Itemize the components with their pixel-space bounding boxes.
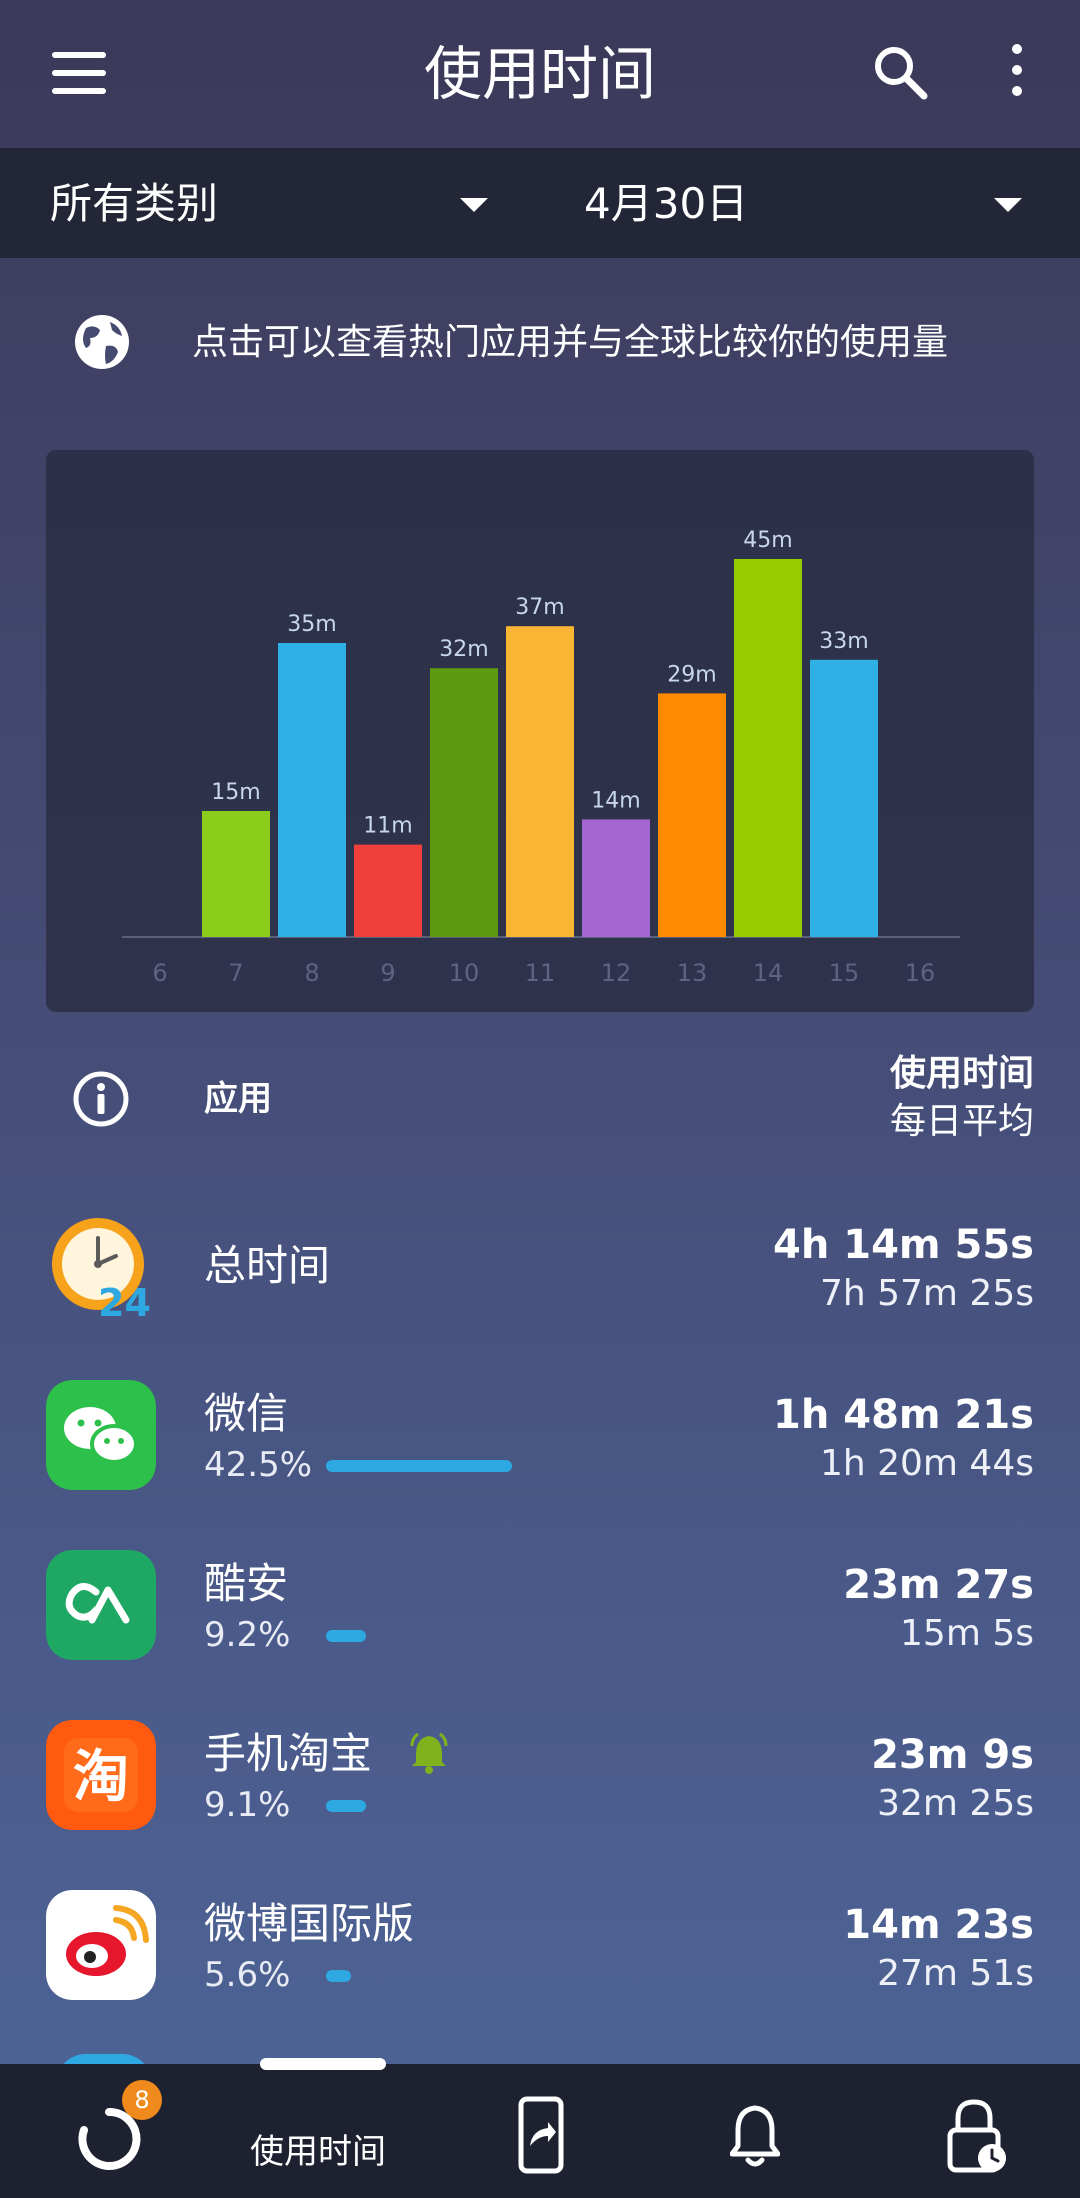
nav-phone-share-icon[interactable] [518, 2096, 564, 2174]
list-item-coolapk[interactable]: 酷安 9.2% 23m 27s 15m 5s [0, 1540, 1080, 1700]
taobao-icon: 淘 [46, 1720, 156, 1830]
chart-x-tick: 15 [829, 959, 860, 987]
chart-x-tick: 10 [449, 959, 480, 987]
chart-canvas: 6 7 8 9 10 11 12 13 14 15 16 15m 35m 11m 32m 37m 14m 29m 4… [122, 528, 960, 987]
svg-text:24: 24 [98, 1281, 151, 1322]
chart-bar-hour-11 [506, 626, 574, 937]
chart-bar-hour-13 [658, 693, 726, 937]
chart-x-tick: 13 [677, 959, 708, 987]
chart-bar-label: 32m [439, 637, 488, 662]
daily-average: 1h 20m 44s [819, 1443, 1034, 1484]
chart-x-tick: 11 [525, 959, 556, 987]
usage-time: 4h 14m 55s [773, 1222, 1034, 1268]
usage-share-bar [326, 1970, 351, 1982]
column-header-app[interactable]: 应用 [204, 1074, 272, 1124]
list-item-weibo-international[interactable]: 微博国际版 5.6% 14m 23s 27m 51s [0, 1880, 1080, 2040]
chart-x-tick: 12 [601, 959, 632, 987]
list-item-taobao[interactable]: 淘 手机淘宝 9.1% 23m 9s 32m 25s [0, 1710, 1080, 1870]
weibo-icon [46, 1890, 156, 2000]
column-header-daily-average[interactable]: 每日平均 [890, 1098, 1034, 1146]
chart-bar-hour-9 [354, 844, 422, 937]
usage-share-bar [326, 1460, 512, 1472]
usage-time: 23m 27s [843, 1562, 1034, 1608]
nav-lock-timer-icon[interactable] [946, 2096, 1008, 2176]
svg-text:淘: 淘 [73, 1745, 129, 1810]
chart-bar-label: 29m [667, 662, 716, 687]
bell-icon[interactable] [410, 1732, 448, 1774]
list-item-wechat[interactable]: 微信 42.5% 1h 48m 21s 1h 20m 44s [0, 1370, 1080, 1530]
hourly-usage-chart[interactable]: 6 7 8 9 10 11 12 13 14 15 16 15m 35m 11m 32m 37m 14m 29m 4… [46, 450, 1034, 1012]
chart-bar-hour-8 [278, 643, 346, 937]
global-compare-hint[interactable]: 点击可以查看热门应用并与全球比较你的使用量 [192, 318, 948, 368]
app-name: 酷安 [204, 1559, 289, 1608]
daily-average: 27m 51s [877, 1953, 1034, 1994]
category-dropdown[interactable]: 所有类别 [50, 176, 218, 232]
chart-bar-hour-14 [734, 559, 802, 937]
daily-average: 7h 57m 25s [819, 1273, 1034, 1314]
info-icon[interactable] [72, 1070, 130, 1128]
chart-bar-label: 14m [591, 788, 640, 813]
chart-bar-hour-15 [810, 659, 878, 937]
usage-time: 23m 9s [871, 1732, 1034, 1778]
chart-bar-label: 45m [743, 528, 792, 553]
app-name: 手机淘宝 [204, 1729, 373, 1778]
date-dropdown[interactable]: 4月30日 [584, 176, 748, 232]
nav-tab-usage-time[interactable]: 使用时间 [250, 2130, 386, 2174]
wechat-icon [46, 1380, 156, 1490]
usage-percent: 9.2% [204, 1615, 291, 1655]
chart-bar-hour-12 [582, 819, 650, 937]
list-item-total-time[interactable]: 24 总时间 4h 14m 55s 7h 57m 25s [0, 1200, 1080, 1360]
coolapk-icon [46, 1550, 156, 1660]
app-name: 总时间 [204, 1241, 331, 1290]
column-header-usage[interactable]: 使用时间 [890, 1050, 1034, 1098]
daily-average: 15m 5s [900, 1613, 1034, 1654]
chart-x-tick: 9 [380, 959, 395, 987]
usage-percent: 9.1% [204, 1785, 291, 1825]
chart-x-tick: 6 [152, 959, 167, 987]
filter-bar: 所有类别 4月30日 [0, 148, 1080, 258]
daily-average: 32m 25s [877, 1783, 1034, 1824]
app-name: 微信 [204, 1389, 289, 1438]
active-tab-indicator [260, 2058, 386, 2070]
usage-share-bar [326, 1800, 366, 1812]
nav-bell-icon[interactable] [730, 2102, 780, 2168]
chart-x-tick: 7 [228, 959, 243, 987]
usage-share-bar [326, 1630, 367, 1642]
chevron-down-icon[interactable] [994, 198, 1022, 212]
chart-bar-label: 37m [515, 595, 564, 620]
usage-percent: 5.6% [204, 1955, 291, 1995]
usage-time: 1h 48m 21s [773, 1392, 1034, 1438]
chart-bar-hour-7 [202, 811, 270, 937]
chart-x-tick: 16 [905, 959, 936, 987]
app-name: 微博国际版 [204, 1899, 415, 1948]
notification-badge: 8 [122, 2080, 162, 2120]
chart-x-tick: 14 [753, 959, 784, 987]
chart-bar-hour-10 [430, 668, 498, 937]
chart-x-tick: 8 [304, 959, 319, 987]
usage-time: 14m 23s [843, 1902, 1034, 1948]
clock-24-icon: 24 [52, 1218, 151, 1322]
chart-bar-label: 11m [363, 814, 412, 839]
globe-icon[interactable] [72, 312, 132, 372]
search-icon[interactable] [870, 42, 930, 102]
chart-bar-label: 35m [287, 612, 336, 637]
chart-bar-label: 15m [211, 780, 260, 805]
chevron-down-icon[interactable] [460, 198, 488, 212]
chart-bar-label: 33m [819, 629, 868, 654]
usage-percent: 42.5% [204, 1445, 313, 1485]
more-options-icon[interactable] [1002, 44, 1032, 104]
